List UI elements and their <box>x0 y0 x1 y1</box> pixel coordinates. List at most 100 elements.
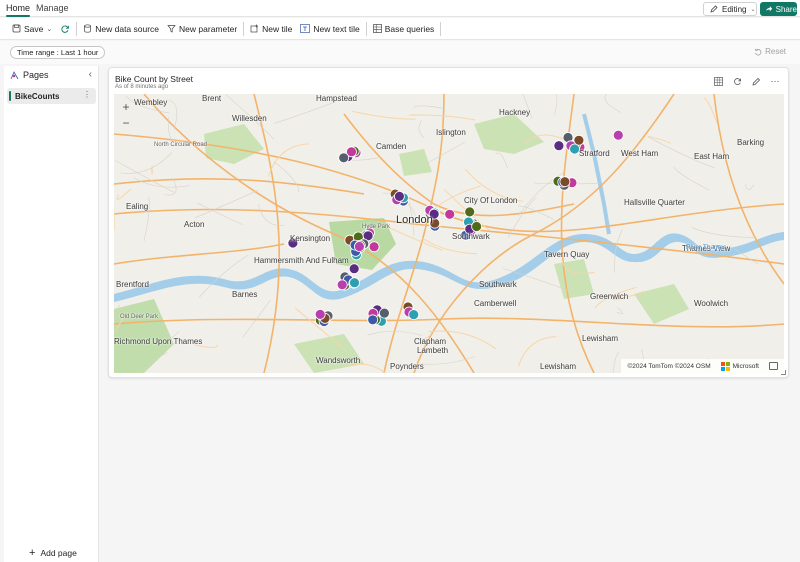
share-icon <box>765 6 773 12</box>
place-label: Woolwich <box>694 299 729 308</box>
minor-road <box>116 188 132 200</box>
bike-count-marker[interactable] <box>338 152 350 164</box>
place-label: Lambeth <box>417 346 449 355</box>
more-options-icon[interactable]: ⋮ <box>83 90 91 99</box>
place-label: Tavern Quay <box>544 250 590 259</box>
minor-road <box>612 351 620 373</box>
bike-count-marker[interactable] <box>349 277 360 289</box>
place-label: Camberwell <box>474 299 517 308</box>
place-label: Lewisham <box>582 334 619 343</box>
editing-mode-button[interactable]: Editing ⌄ <box>703 2 757 16</box>
minor-road <box>425 141 466 165</box>
place-label: Barking <box>737 138 765 147</box>
chevron-down-icon: ⌄ <box>46 25 53 33</box>
refresh-button[interactable] <box>56 20 74 38</box>
bike-count-marker[interactable] <box>314 308 326 320</box>
place-label: Greenwich <box>590 292 629 301</box>
time-range-filter[interactable]: Time range : Last 1 hour <box>10 46 106 59</box>
chevron-left-icon[interactable]: ‹ <box>89 69 92 80</box>
bike-count-marker[interactable] <box>367 314 379 326</box>
brand-label: Microsoft <box>732 362 759 370</box>
place-label: Brent <box>202 94 222 103</box>
place-label: Hyde Park <box>362 224 391 230</box>
minor-road <box>194 189 259 219</box>
new-text-tile-label: New text tile <box>313 23 360 34</box>
zoom-out-button[interactable]: − <box>119 116 133 130</box>
map-tile: Bike Count by Street As of 8 minutes ago… <box>108 67 789 378</box>
park-area <box>204 124 264 164</box>
place-label: Poynders <box>390 362 424 371</box>
bike-count-marker[interactable] <box>444 208 456 220</box>
share-button[interactable]: Share <box>760 2 797 16</box>
bike-count-marker[interactable] <box>553 140 565 152</box>
bike-count-marker[interactable] <box>378 307 390 319</box>
new-parameter-button[interactable]: New parameter <box>163 20 241 38</box>
pages-panel: Pages ‹ BikeCounts ⋮ + Add page <box>4 66 99 562</box>
edit-icon[interactable] <box>751 76 761 86</box>
minor-road <box>418 120 425 138</box>
toolbar-divider <box>243 21 245 36</box>
new-data-source-button[interactable]: New data source <box>79 20 163 38</box>
place-label: River Thames <box>686 244 727 251</box>
bike-count-marker[interactable] <box>353 241 365 252</box>
resize-handle[interactable] <box>781 370 786 375</box>
bike-count-marker[interactable] <box>464 206 476 218</box>
editing-label: Editing <box>722 4 747 14</box>
minor-road <box>554 94 558 116</box>
minor-road <box>413 105 446 109</box>
bike-count-marker[interactable] <box>348 263 360 275</box>
minor-road <box>167 117 172 140</box>
major-road <box>114 317 784 328</box>
table-view-icon[interactable] <box>713 76 723 86</box>
minor-road <box>616 307 624 314</box>
tile-actions: ⋯ <box>713 76 780 86</box>
bike-count-marker[interactable] <box>408 309 420 321</box>
park-area <box>114 299 174 373</box>
new-tile-label: New tile <box>262 23 293 34</box>
filter-icon <box>167 25 176 33</box>
place-label: Stratford <box>579 149 610 158</box>
refresh-icon <box>61 25 70 33</box>
bike-count-marker[interactable] <box>559 176 571 188</box>
toolbar-divider <box>440 21 442 36</box>
toolbar-divider <box>365 21 367 36</box>
base-queries-button[interactable]: Base queries <box>369 20 439 38</box>
more-icon[interactable]: ⋯ <box>770 76 780 86</box>
minor-road <box>120 152 172 174</box>
place-label: Southwark <box>452 232 490 241</box>
save-button[interactable]: Save ⌄ <box>8 20 56 38</box>
bike-count-marker[interactable] <box>336 279 348 291</box>
refresh-icon[interactable] <box>732 76 742 86</box>
tab-manage[interactable]: Manage <box>36 3 69 13</box>
zoom-in-button[interactable]: + <box>119 100 133 114</box>
place-label: Old Deer Park <box>120 314 159 320</box>
bike-count-marker[interactable] <box>471 221 483 232</box>
chevron-down-icon: ⌄ <box>750 6 756 13</box>
add-page-button[interactable]: + Add page <box>29 547 77 559</box>
page-item-bikecounts[interactable]: BikeCounts ⋮ <box>7 88 96 104</box>
place-label: Hammersmith And Fulham <box>254 256 349 265</box>
map-canvas[interactable]: + − Wembley Brent Hampstead Hackney Willesde… <box>114 94 784 373</box>
bike-count-marker[interactable] <box>393 191 405 202</box>
new-parameter-label: New parameter <box>179 23 238 34</box>
minor-road <box>273 161 300 193</box>
reset-button[interactable]: Reset <box>754 47 786 56</box>
bike-count-marker[interactable] <box>368 241 380 253</box>
park-area <box>399 149 432 176</box>
place-label: Brentford <box>116 280 149 289</box>
park-area <box>474 114 544 154</box>
place-label: Hampstead <box>316 94 357 103</box>
minor-road <box>352 110 416 120</box>
minor-road <box>151 165 153 175</box>
plus-icon: + <box>29 547 36 559</box>
new-text-tile-button[interactable]: New text tile <box>296 20 363 38</box>
tab-home[interactable]: Home <box>6 3 31 17</box>
feedback-icon[interactable] <box>769 362 778 370</box>
place-label: Lewisham <box>540 362 577 371</box>
minor-road <box>495 152 508 169</box>
pencil-icon <box>710 5 718 13</box>
place-label: Kensington <box>290 234 331 243</box>
bike-count-marker[interactable] <box>612 129 624 141</box>
table-icon <box>372 24 382 33</box>
new-tile-button[interactable]: New tile <box>246 20 296 38</box>
